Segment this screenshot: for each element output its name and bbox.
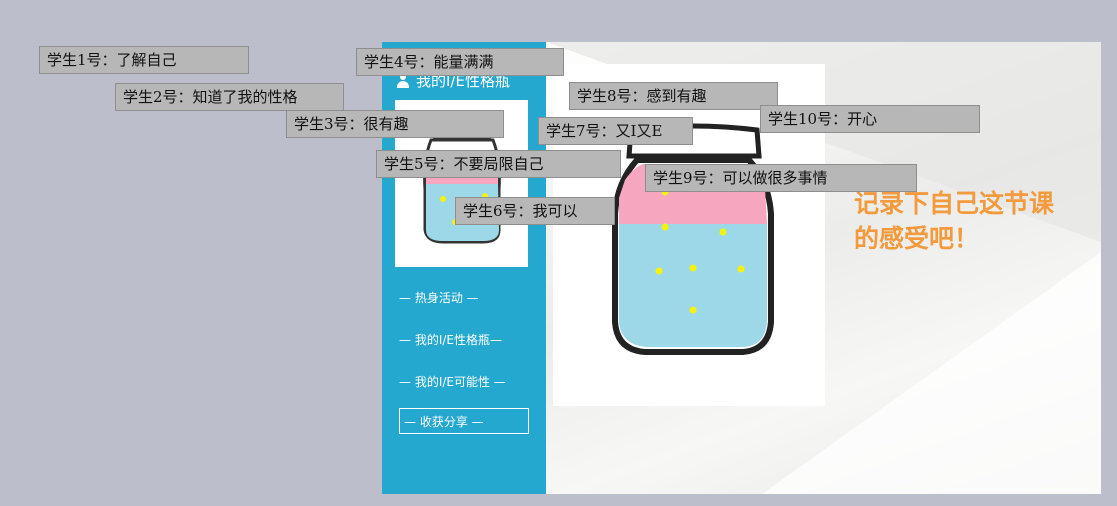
comment-student-8[interactable]: 学生8号：感到有趣 <box>569 82 778 110</box>
comment-student-4[interactable]: 学生4号：能量满满 <box>356 48 564 76</box>
comment-student-10[interactable]: 学生10号：开心 <box>760 105 980 133</box>
comment-student-7[interactable]: 学生7号：又I又E <box>538 117 693 145</box>
nav-ie-jar[interactable]: — 我的I/E性格瓶— <box>399 326 529 352</box>
comment-student-6[interactable]: 学生6号：我可以 <box>455 197 615 225</box>
comment-student-3[interactable]: 学生3号：很有趣 <box>286 110 504 138</box>
comment-student-9[interactable]: 学生9号：可以做很多事情 <box>645 164 917 192</box>
prompt-line-2: 的感受吧！ <box>854 224 980 253</box>
comment-student-2[interactable]: 学生2号：知道了我的性格 <box>115 83 344 111</box>
comment-student-5[interactable]: 学生5号：不要局限自己 <box>376 150 621 178</box>
reflection-prompt: 记录下自己这节课 的感受吧！ <box>854 186 1094 256</box>
comment-student-1[interactable]: 学生1号：了解自己 <box>39 46 249 74</box>
nav-ie-possibility[interactable]: — 我的I/E可能性 — <box>399 368 529 394</box>
nav-warmup[interactable]: — 热身活动 — <box>399 284 529 310</box>
nav-harvest-share[interactable]: — 收获分享 — <box>399 408 529 434</box>
